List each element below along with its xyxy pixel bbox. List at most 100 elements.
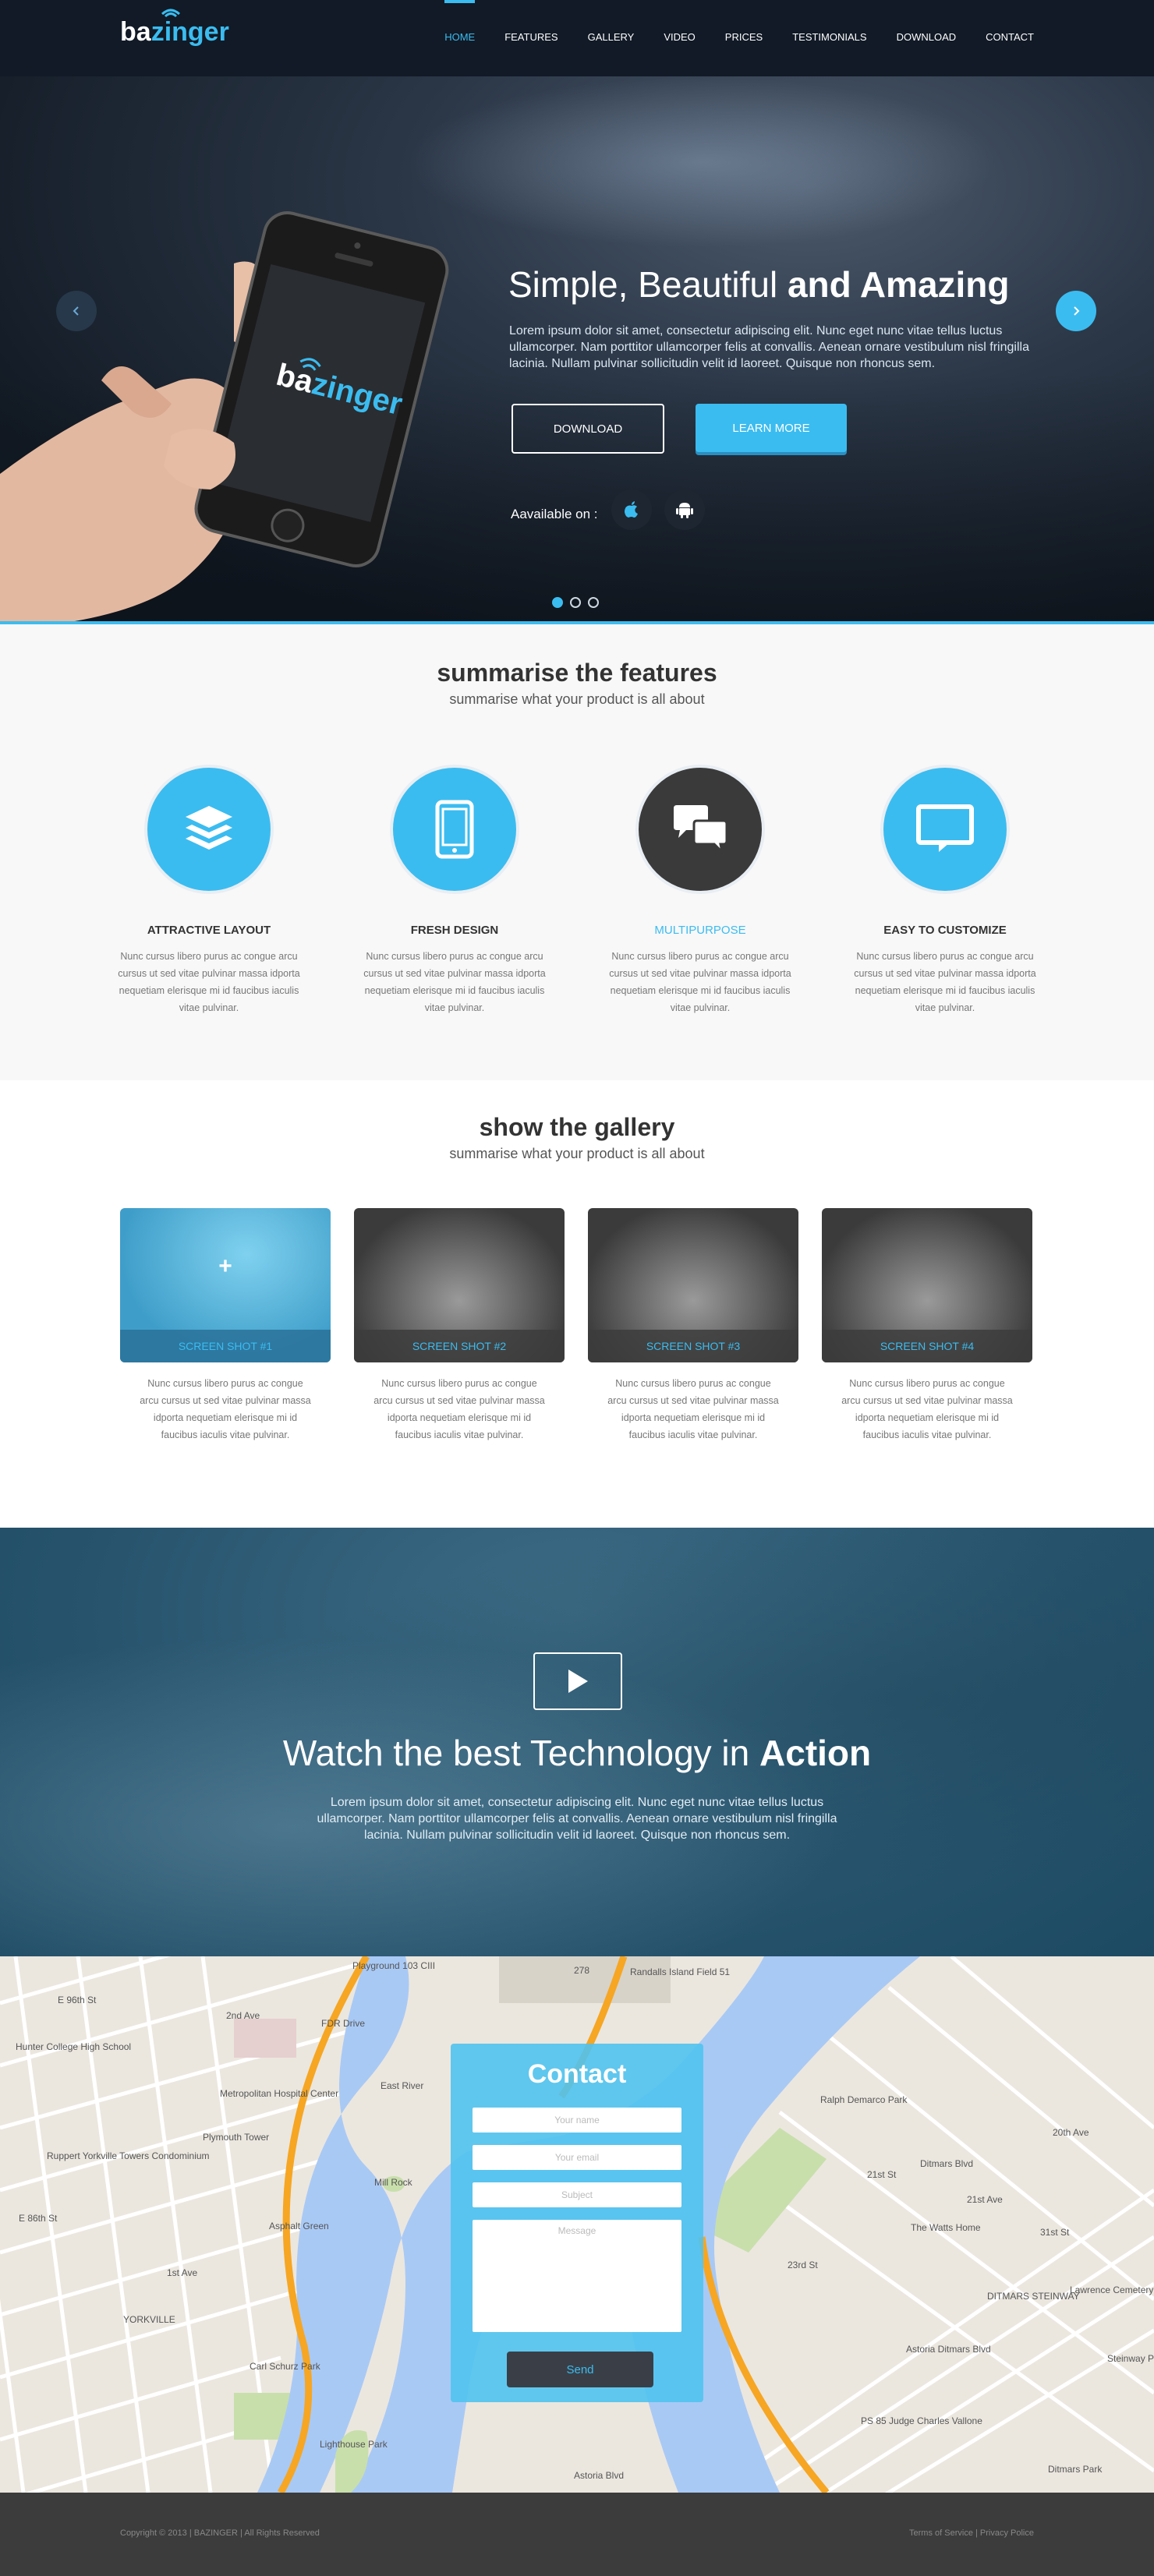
slider-dots: [552, 597, 599, 608]
feature-card: EASY TO CUSTOMIZE Nunc cursus libero pur…: [840, 765, 1050, 1016]
gallery-item: SCREEN SHOT #2 Nunc cursus libero purus …: [354, 1208, 565, 1443]
video-text: Lorem ipsum dolor sit amet, consectetur …: [317, 1796, 837, 1842]
map-label: Lighthouse Park: [320, 2439, 388, 2450]
hero-title: Simple, Beautiful and Amazing: [508, 263, 1010, 306]
video-section: Watch the best Technology in Action Lore…: [0, 1528, 1154, 1956]
nav-download[interactable]: DOWNLOAD: [897, 0, 957, 76]
screenshot-thumbnail[interactable]: SCREEN SHOT #4: [822, 1208, 1032, 1362]
map-label: E 86th St: [19, 2213, 58, 2224]
apple-icon: [625, 501, 638, 518]
subject-input[interactable]: Subject: [473, 2182, 681, 2207]
map-label: 21st St: [867, 2169, 897, 2180]
map-label: Lawrence Cemetery: [1070, 2284, 1153, 2295]
contact-title: Contact: [527, 2059, 627, 2089]
gallery-subtitle: summarise what your product is all about: [449, 1146, 705, 1161]
map-label: Ditmars Blvd: [920, 2158, 973, 2169]
map-label: E 96th St: [58, 1995, 97, 2005]
map-label: Metropolitan Hospital Center: [220, 2088, 338, 2099]
feature-icon-circle: [390, 765, 519, 894]
screenshot-thumbnail[interactable]: + SCREEN SHOT #1: [120, 1208, 331, 1362]
plus-icon: +: [218, 1253, 232, 1279]
main-nav: HOME FEATURES GALLERY VIDEO PRICES TESTI…: [415, 0, 1034, 76]
video-title-bold: Action: [759, 1733, 872, 1773]
feature-card: FRESH DESIGN Nunc cursus libero purus ac…: [349, 765, 560, 1016]
play-button[interactable]: [533, 1652, 622, 1710]
feature-text: Nunc cursus libero purus ac congue arcu …: [854, 951, 1036, 1013]
features-subtitle: summarise what your product is all about: [449, 691, 705, 707]
map-label: Ditmars Park: [1048, 2464, 1103, 2475]
android-icon: [676, 503, 693, 518]
message-textarea[interactable]: Message: [473, 2220, 681, 2332]
feature-icon-circle: [880, 765, 1010, 894]
map-contact-section: Randalls Island Field 51 Playground 103 …: [0, 1956, 1154, 2493]
map-label: 1st Ave: [167, 2267, 197, 2278]
map-label: 278: [574, 1965, 589, 1976]
hero-slider: bazinger Simple, Beautiful and Amazing L…: [0, 76, 1154, 624]
feature-title: EASY TO CUSTOMIZE: [883, 924, 1007, 937]
map-label: Hunter College High School: [16, 2041, 131, 2052]
map-label: 20th Ave: [1053, 2127, 1089, 2138]
screenshot-text: Nunc cursus libero purus ac congue arcu …: [841, 1378, 1013, 1440]
layers-icon: [186, 806, 232, 850]
gallery-title: show the gallery: [479, 1113, 675, 1141]
android-store-button[interactable]: [664, 489, 705, 530]
name-input[interactable]: Your name: [473, 2108, 681, 2133]
page: bazinger HOME FEATURES GALLERY VIDEO PRI…: [0, 0, 1154, 2576]
chat-icon: [674, 805, 728, 855]
download-button[interactable]: DOWNLOAD: [512, 404, 664, 454]
feature-card: MULTIPURPOSE Nunc cursus libero purus ac…: [595, 765, 805, 1016]
copyright-text: Copyright © 2013 | BAZINGER | All Rights…: [120, 2528, 320, 2538]
features-title: summarise the features: [437, 659, 717, 687]
map-label: YORKVILLE: [123, 2314, 175, 2325]
brand-prefix: ba: [120, 17, 151, 47]
brand-logo[interactable]: bazinger: [120, 9, 229, 48]
nav-video[interactable]: VIDEO: [664, 0, 695, 76]
email-input[interactable]: Your email: [473, 2145, 681, 2170]
screenshot-caption: SCREEN SHOT #1: [120, 1330, 331, 1362]
play-icon: [568, 1670, 588, 1693]
nav-prices[interactable]: PRICES: [725, 0, 763, 76]
learn-more-button[interactable]: LEARN MORE: [696, 404, 847, 452]
gallery-item: SCREEN SHOT #4 Nunc cursus libero purus …: [822, 1208, 1032, 1443]
available-on-label: Aavailable on :: [511, 507, 598, 521]
map-label: Mill Rock: [374, 2177, 413, 2188]
nav-testimonials[interactable]: TESTIMONIALS: [792, 0, 866, 76]
map-label: Randalls Island Field 51: [630, 1966, 730, 1977]
slider-dot[interactable]: [570, 597, 581, 608]
screenshot-text: Nunc cursus libero purus ac congue arcu …: [140, 1378, 311, 1440]
map-label: 31st St: [1040, 2227, 1070, 2238]
gallery-item: + SCREEN SHOT #1 Nunc cursus libero puru…: [120, 1208, 331, 1443]
screenshot-text: Nunc cursus libero purus ac congue arcu …: [607, 1378, 779, 1440]
send-button[interactable]: Send: [507, 2352, 653, 2387]
hero-text: Lorem ipsum dolor sit amet, consectetur …: [509, 324, 1029, 370]
video-title-light: Watch the best Technology in: [282, 1733, 750, 1773]
slider-next-button[interactable]: [1056, 291, 1096, 331]
screenshot-caption: SCREEN SHOT #4: [822, 1330, 1032, 1362]
map-label: Plymouth Tower: [203, 2132, 269, 2143]
nav-gallery[interactable]: GALLERY: [588, 0, 635, 76]
apple-store-button[interactable]: [611, 489, 652, 530]
gallery-item: SCREEN SHOT #3 Nunc cursus libero purus …: [588, 1208, 798, 1443]
feature-icon-circle: [144, 765, 274, 894]
map-label: Asphalt Green: [269, 2221, 329, 2231]
gallery-section: show the gallery summarise what your pro…: [0, 1080, 1154, 1528]
slider-dot[interactable]: [552, 597, 563, 608]
feature-card: ATTRACTIVE LAYOUT Nunc cursus libero pur…: [104, 765, 314, 1016]
map-label: Astoria Ditmars Blvd: [906, 2344, 991, 2355]
screenshot-thumbnail[interactable]: SCREEN SHOT #3: [588, 1208, 798, 1362]
screenshot-text: Nunc cursus libero purus ac congue arcu …: [373, 1378, 545, 1440]
nav-contact[interactable]: CONTACT: [986, 0, 1034, 76]
slider-dot[interactable]: [588, 597, 599, 608]
monitor-icon: [916, 804, 974, 852]
feature-text: Nunc cursus libero purus ac congue arcu …: [609, 951, 791, 1013]
footer-links[interactable]: Terms of Service | Privacy Police: [909, 2528, 1034, 2538]
map-label: DITMARS STEINWAY: [987, 2291, 1080, 2302]
slider-prev-button[interactable]: [56, 291, 97, 331]
map-label: Ralph Demarco Park: [820, 2094, 908, 2105]
features-section: summarise the features summarise what yo…: [0, 624, 1154, 1080]
screenshot-thumbnail[interactable]: SCREEN SHOT #2: [354, 1208, 565, 1362]
map-label: Ruppert Yorkville Towers Condominium: [47, 2150, 210, 2161]
nav-features[interactable]: FEATURES: [504, 0, 558, 76]
nav-home[interactable]: HOME: [444, 0, 476, 76]
map-label: FDR Drive: [321, 2018, 365, 2029]
